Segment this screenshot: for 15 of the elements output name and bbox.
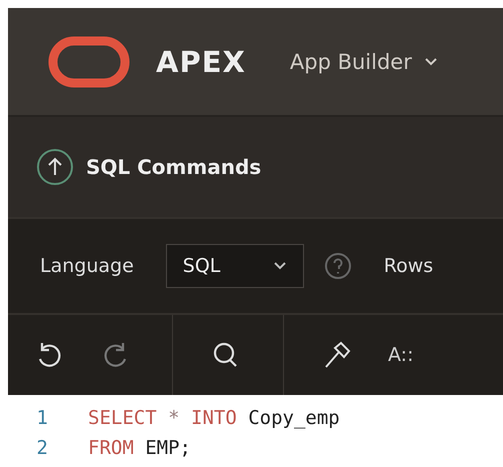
code-line: SELECT * INTO Copy_emp [88,407,340,429]
format-button[interactable]: A:: [388,344,414,366]
product-name: APEX [156,44,246,78]
app-builder-menu[interactable]: App Builder [290,50,438,74]
code-line: FROM EMP; [88,437,191,459]
logo-icon [48,36,130,88]
chevron-down-icon [272,261,287,271]
rows-label: Rows [384,255,434,277]
line-number: 1 [36,407,48,429]
language-select[interactable]: SQL [166,244,304,288]
chevron-down-icon [424,56,438,66]
line-number: 2 [36,437,48,459]
language-label: Language [40,255,134,277]
help-icon[interactable] [324,252,352,280]
page-title: SQL Commands [86,155,262,179]
